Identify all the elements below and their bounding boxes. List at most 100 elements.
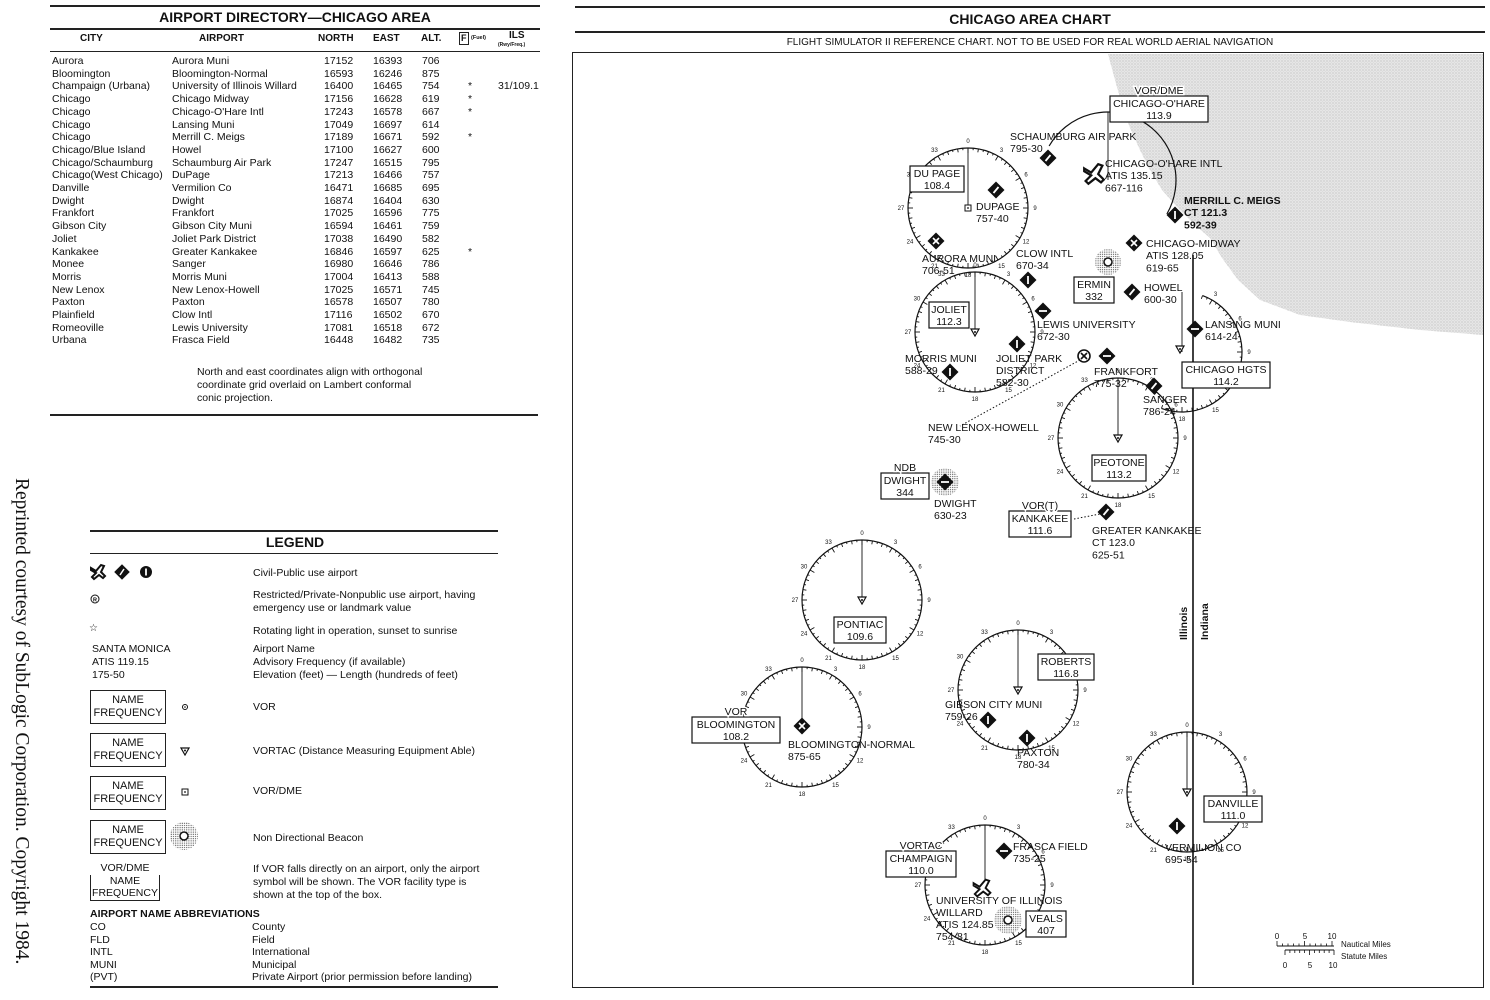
- rose-tick: [1010, 285, 1014, 290]
- frasca-airport-icon[interactable]: [995, 842, 1013, 860]
- frankfort-airport-icon[interactable]: [1098, 347, 1116, 365]
- airport-info: 619-65: [1146, 263, 1179, 275]
- paxton-airport-icon[interactable]: [1018, 729, 1036, 747]
- rose-tick: [894, 647, 897, 650]
- howel-airport-icon[interactable]: [1123, 283, 1141, 301]
- bloomington-normal-airport-icon[interactable]: [793, 717, 811, 735]
- airport-label-schaumburg-air-park[interactable]: SCHAUMBURG AIR PARK795-30: [1010, 131, 1136, 155]
- aurora-airport-icon[interactable]: [927, 232, 945, 250]
- rose-label: 3: [1017, 825, 1021, 831]
- rose-label: 21: [1081, 494, 1088, 500]
- rose-tick: [1205, 735, 1208, 740]
- navaid-box-du-page[interactable]: DU PAGE108.4: [909, 165, 965, 193]
- navaid-box-peotone[interactable]: PEOTONE113.2: [1091, 454, 1147, 482]
- rose-label: 3: [1214, 292, 1218, 298]
- sanger-airport-icon[interactable]: [1145, 377, 1163, 395]
- rose-label: 30: [1057, 403, 1064, 409]
- rose-label: 27: [915, 883, 922, 889]
- rose-label: 33: [948, 825, 955, 831]
- rose-tick: [1214, 399, 1217, 402]
- new-lenox-airport-icon[interactable]: [1077, 349, 1091, 363]
- airport-label-dupage[interactable]: DUPAGE757-40: [976, 201, 1020, 225]
- rose-tick: [984, 272, 986, 277]
- kankakee-airport-icon[interactable]: [1097, 503, 1115, 521]
- rose-label: 3: [1050, 630, 1054, 636]
- scale-nm-10: 10: [1328, 932, 1337, 941]
- lansing-airport-icon[interactable]: [1186, 320, 1204, 338]
- rose-tick: [928, 293, 933, 297]
- rose-tick: [1130, 771, 1135, 774]
- vermilion-airport-icon[interactable]: [1168, 817, 1186, 835]
- rose-label: 15: [998, 264, 1005, 270]
- airport-label-joliet-park-district[interactable]: JOLIET PARKDISTRICT582-30: [996, 353, 1062, 389]
- lewis-airport-icon[interactable]: [1034, 302, 1052, 320]
- rose-tick: [1015, 240, 1018, 243]
- rose-tick: [987, 737, 991, 743]
- rose-label: 9: [1247, 350, 1251, 356]
- airport-label-bloomington-normal[interactable]: BLOOMINGTON-NORMAL875-65: [788, 739, 915, 763]
- rose-tick: [971, 651, 976, 655]
- rose-label: 12: [1073, 722, 1080, 728]
- navaid-box-joliet[interactable]: JOLIET112.3: [928, 301, 970, 329]
- rose-tick: [857, 736, 862, 738]
- navaid-box-veals[interactable]: VEALS407: [1025, 910, 1067, 938]
- willard-airport-icon[interactable]: [972, 878, 992, 898]
- rose-label: 33: [981, 630, 988, 636]
- navaid-box-ermin[interactable]: ERMIN332: [1073, 276, 1115, 304]
- rose-tick: [805, 618, 810, 621]
- navaid-box-bloomington[interactable]: BLOOMINGTON108.2 VOR: [691, 705, 781, 744]
- rose-tick: [1075, 395, 1078, 398]
- navaid-box-pontiac[interactable]: PONTIAC109.6: [833, 616, 887, 644]
- rose-tick: [1007, 745, 1009, 750]
- rose-tick: [1156, 739, 1160, 745]
- navaid-box-danville[interactable]: DANVILLE111.0: [1203, 795, 1263, 823]
- airport-label-clow-intl[interactable]: CLOW INTL670-34: [1016, 248, 1073, 272]
- rose-tick: [1209, 399, 1213, 405]
- ndb-icon: [1095, 249, 1121, 275]
- rose-tick: [1065, 717, 1071, 721]
- rose-tick: [791, 782, 793, 787]
- airport-label-frasca-field[interactable]: FRASCA FIELD735-25: [1013, 841, 1088, 865]
- navaid-box-chicago-hgts[interactable]: CHICAGO HGTS114.2: [1181, 361, 1271, 389]
- rose-tick: [1128, 776, 1132, 778]
- clow-airport-icon[interactable]: [1019, 271, 1037, 289]
- airport-label-greater-kankakee[interactable]: GREATER KANKAKEECT 123.0625-51: [1092, 525, 1202, 562]
- airport-label-new-lenox-howell[interactable]: NEW LENOX-HOWELL745-30: [928, 422, 1039, 446]
- airport-label-lansing-muni[interactable]: LANSING MUNI614-24: [1205, 319, 1281, 343]
- rose-label: 24: [801, 632, 808, 638]
- airport-info: 670-34: [1016, 260, 1049, 272]
- scale-sm-10: 10: [1329, 961, 1338, 970]
- airport-info: 706-51: [922, 265, 955, 277]
- airport-name: CHICAGO-MIDWAY: [1146, 238, 1241, 250]
- midway-airport-icon[interactable]: [1125, 234, 1143, 252]
- navaid-box-roberts[interactable]: ROBERTS116.8: [1037, 653, 1095, 681]
- rose-tick: [932, 289, 935, 292]
- dupage-airport-icon[interactable]: [987, 181, 1005, 199]
- airport-label-lewis-university[interactable]: LEWIS UNIVERSITY672-30: [1037, 319, 1136, 343]
- navaid-box-kankakee[interactable]: KANKAKEE111.6 VOR(T): [1008, 499, 1072, 538]
- rose-tick: [749, 754, 755, 758]
- airport-info: 672-30: [1037, 331, 1070, 343]
- airport-label-dwight[interactable]: DWIGHT630-23: [934, 498, 977, 522]
- gibson-airport-icon[interactable]: [979, 711, 997, 729]
- rose-tick: [755, 688, 760, 692]
- navaid-box-champaign[interactable]: CHAMPAIGN110.0 VORTAC: [885, 839, 957, 878]
- airport-label-sanger[interactable]: SANGER786-24: [1143, 394, 1188, 418]
- airport-label-vermilion-co[interactable]: VERMILION CO695-54: [1165, 842, 1241, 866]
- airport-label-howel[interactable]: HOWEL600-30: [1144, 282, 1183, 306]
- rose-tick: [1008, 165, 1011, 168]
- rose-tick: [917, 584, 921, 586]
- airport-label-paxton[interactable]: PAXTON780-34: [1017, 747, 1059, 771]
- ohare-airport-icon[interactable]: [1083, 162, 1106, 186]
- airport-label-morris-muni[interactable]: MORRIS MUNI588-29: [905, 353, 977, 377]
- rose-tick: [1002, 279, 1006, 285]
- navaid-type: VOR(T): [1022, 500, 1058, 512]
- morris-airport-icon[interactable]: [941, 363, 959, 381]
- rose-label: 27: [905, 330, 912, 336]
- area-map[interactable]: Illinois Indiana 03691215182124273033036…: [0, 0, 1490, 1000]
- rose-tick: [1128, 806, 1132, 808]
- navaid-box-dwight[interactable]: DWIGHT344 NDB: [880, 461, 930, 500]
- rose-tick: [1017, 835, 1020, 838]
- rose-tick: [897, 642, 901, 647]
- joliet-park-airport-icon[interactable]: [1008, 335, 1026, 353]
